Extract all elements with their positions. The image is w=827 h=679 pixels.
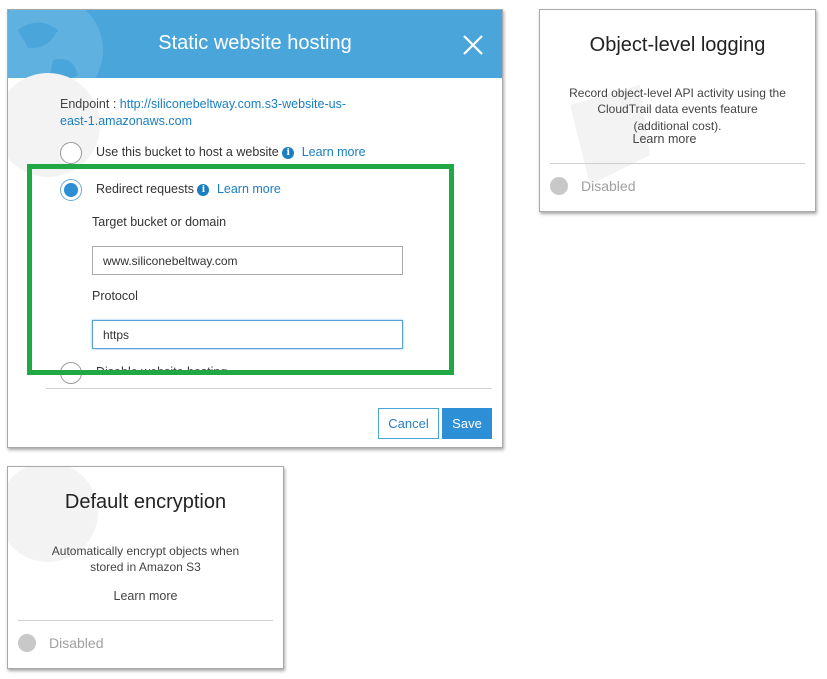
status-indicator — [550, 177, 568, 195]
object-level-logging-card[interactable]: Object-level logging Record object-level… — [539, 9, 816, 212]
info-icon[interactable]: i — [282, 147, 295, 159]
status-indicator — [18, 634, 36, 652]
modal-header: Static website hosting — [8, 10, 502, 78]
card-divider — [18, 620, 273, 621]
learn-more-link[interactable]: Learn more — [302, 145, 366, 159]
card-divider — [550, 163, 805, 164]
info-icon[interactable]: i — [197, 184, 210, 196]
status-label: Disabled — [49, 635, 104, 651]
endpoint-url-continued[interactable]: east-1.amazonaws.com — [60, 114, 192, 128]
default-encryption-card[interactable]: Default encryption Automatically encrypt… — [7, 466, 284, 669]
target-bucket-input[interactable] — [92, 246, 403, 275]
default-encryption-title: Default encryption — [64, 491, 227, 513]
status-label: Disabled — [581, 178, 636, 194]
protocol-input[interactable] — [92, 320, 403, 349]
radio-disable-hosting[interactable] — [60, 362, 82, 384]
cancel-button[interactable]: Cancel — [378, 408, 439, 439]
modal-title: Static website hosting — [158, 32, 352, 54]
target-bucket-label: Target bucket or domain — [92, 215, 227, 229]
endpoint-url[interactable]: http://siliconebeltway.com.s3-website-us… — [120, 97, 346, 111]
object-logging-desc-2: CloudTrail data events feature — [597, 102, 758, 116]
option-redirect-label: Redirect requests — [96, 182, 194, 196]
option-disable-hosting-label: Disable website hosting — [96, 365, 228, 379]
modal-footer-divider — [46, 388, 492, 389]
learn-more-link[interactable]: Learn more — [540, 131, 815, 147]
object-logging-title: Object-level logging — [589, 34, 766, 56]
default-encryption-desc-1: Automatically encrypt objects when — [51, 544, 240, 558]
endpoint: Endpoint : http://siliconebeltway.com.s3… — [60, 97, 346, 111]
close-icon[interactable] — [463, 35, 483, 55]
static-website-hosting-modal: Static website hosting Endpoint : http:/… — [7, 9, 503, 448]
learn-more-link[interactable]: Learn more — [8, 588, 283, 604]
option-redirect-requests: Redirect requests i Learn more — [96, 182, 281, 196]
protocol-label: Protocol — [92, 289, 138, 303]
default-encryption-desc-2: stored in Amazon S3 — [90, 560, 201, 574]
radio-redirect-requests[interactable] — [60, 179, 82, 201]
save-button[interactable]: Save — [442, 408, 492, 439]
object-logging-desc-1: Record object-level API activity using t… — [569, 86, 786, 100]
learn-more-link[interactable]: Learn more — [217, 182, 281, 196]
option-host-website: Use this bucket to host a website i Lear… — [96, 145, 366, 159]
radio-host-website[interactable] — [60, 142, 82, 164]
option-host-website-label: Use this bucket to host a website — [96, 145, 279, 159]
endpoint-label: Endpoint : — [60, 97, 120, 111]
